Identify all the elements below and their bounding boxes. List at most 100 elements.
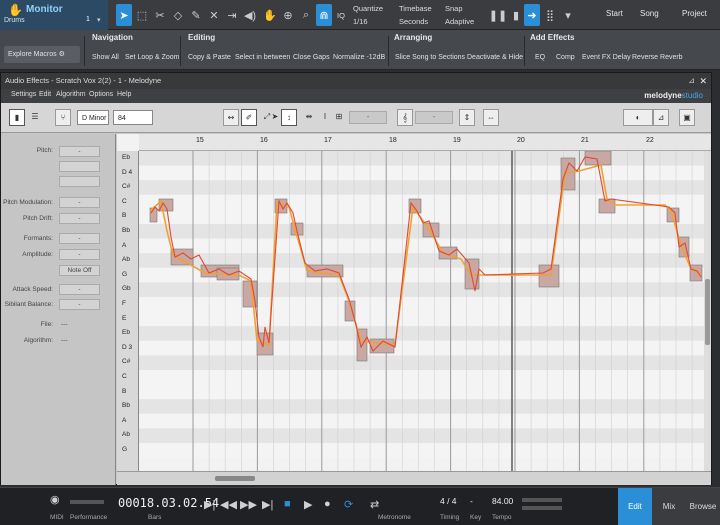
range-tool-icon[interactable]: ⬚ — [134, 4, 150, 26]
magnifier-tool-icon[interactable]: ⌕ — [298, 4, 314, 26]
zoom-control-icon[interactable]: ◐ — [623, 109, 653, 126]
explore-macros-button[interactable]: Explore Macros ⚙ — [4, 46, 80, 63]
pitch-label: Eb — [122, 154, 130, 161]
return-to-zero-icon[interactable]: ▶| — [204, 498, 215, 511]
timing-value[interactable]: 4 / 4 — [440, 496, 457, 506]
time-tool-icon[interactable]: ⇹ — [301, 109, 317, 126]
quantize-value[interactable]: 1/16 — [353, 17, 368, 26]
paint-tool-icon[interactable]: ✎ — [188, 4, 204, 26]
note-off-button[interactable]: Note Off — [59, 265, 100, 276]
tool-value-field[interactable]: - — [349, 111, 387, 124]
pitch-label: B — [122, 387, 127, 395]
edit-button[interactable]: Edit — [618, 488, 652, 525]
formant-tool-icon[interactable]: ⊞ — [331, 109, 347, 126]
pitch-modulation-field[interactable]: - — [59, 197, 100, 208]
reverse-reverb-button[interactable]: Reverse Reverb — [628, 49, 687, 66]
formants-field[interactable]: - — [59, 233, 100, 244]
project-button[interactable]: Project — [682, 9, 707, 18]
pitch-field-3[interactable] — [59, 176, 100, 187]
copy-paste-button[interactable]: Copy & Paste — [184, 49, 235, 66]
show-all-button[interactable]: Show All — [88, 49, 123, 66]
amplitude-field[interactable]: - — [59, 249, 100, 260]
menu-settings[interactable]: Settings — [11, 91, 36, 98]
track-dropdown-icon[interactable]: ▾ — [97, 16, 101, 24]
select-in-between-button[interactable]: Select in between — [231, 49, 294, 66]
menu-options[interactable]: Options — [89, 91, 113, 98]
track-header[interactable]: ✋ Monitor Drums 1 ▾ — [0, 0, 108, 30]
pitch-field-2[interactable] — [59, 161, 100, 172]
zoom-tool-icon[interactable]: ⊕ — [280, 4, 296, 26]
event-fx-delay-button[interactable]: Event FX Delay — [578, 49, 635, 66]
vertical-scroll-thumb[interactable] — [705, 279, 710, 345]
set-loop-zoom-button[interactable]: Set Loop & Zoom — [121, 49, 183, 66]
pitch-grid[interactable] — [139, 151, 704, 471]
mute-tool-icon[interactable]: ✕ — [206, 4, 222, 26]
macro-value-field[interactable]: - — [415, 111, 453, 124]
pitch-modulation-tool-icon[interactable]: ↕ — [281, 109, 297, 126]
quantize-pitch-icon[interactable]: ⇕ — [459, 109, 475, 126]
window-title-bar[interactable]: Audio Effects - Scratch Vox 2(2) - 1 - M… — [1, 73, 711, 89]
listen-tool-icon[interactable]: ◀) — [242, 4, 258, 26]
timebase-value[interactable]: Seconds — [399, 17, 428, 26]
scroll-toggle-icon[interactable]: ⊿ — [653, 109, 669, 126]
close-gaps-button[interactable]: Close Gaps — [289, 49, 334, 66]
horizontal-scrollbar[interactable] — [117, 471, 711, 485]
key-field[interactable]: D Minor — [77, 110, 109, 125]
parameter-toggle-icon[interactable]: ☰ — [27, 109, 43, 126]
fast-forward-icon[interactable]: ▶▶ — [240, 498, 257, 511]
comp-button[interactable]: Comp — [552, 49, 579, 66]
dropdown-icon[interactable]: ▾ — [560, 4, 576, 26]
menu-edit[interactable]: Edit — [39, 91, 51, 98]
snap-toggle-icon[interactable]: ⋒ — [316, 4, 332, 26]
panel-toggle-icon[interactable]: ▣ — [679, 109, 695, 126]
bar-ruler[interactable]: 15 16 17 18 19 20 21 22 — [139, 134, 711, 151]
hand-tool-icon[interactable]: ✋ — [262, 4, 278, 26]
pause-icon[interactable]: ❚❚ — [489, 4, 507, 26]
deactivate-hide-button[interactable]: Deactivate & Hide — [463, 49, 527, 66]
loop-marker-icon[interactable]: ▮ — [508, 4, 524, 26]
clef-icon[interactable]: 𝄞 — [397, 109, 413, 126]
menu-help[interactable]: Help — [117, 91, 131, 98]
follow-icon[interactable]: ➜ — [524, 4, 540, 26]
arrow-tool-icon[interactable]: ➤ — [116, 4, 132, 26]
pitch-ruler[interactable]: Eb D 4 C# C B Bb A Ab G Gb F E Eb D 3 C# C B Bb A Ab G — [117, 151, 139, 471]
eraser-tool-icon[interactable]: ◇ — [170, 4, 186, 26]
slice-song-button[interactable]: Slice Song to Sections — [391, 49, 469, 66]
tempo-field[interactable]: 84 — [113, 110, 153, 125]
snap-value[interactable]: Adaptive — [445, 17, 474, 26]
close-icon[interactable]: ✕ — [699, 73, 707, 89]
record-icon[interactable]: ● — [324, 498, 331, 510]
play-icon[interactable]: ▶ — [304, 498, 312, 511]
grid-icon[interactable]: ⣿ — [542, 4, 558, 26]
main-tool-icon[interactable]: ✐ — [241, 109, 257, 126]
pin-icon[interactable]: ⊿ — [688, 73, 695, 89]
stop-icon[interactable]: ■ — [284, 498, 291, 510]
pitch-field[interactable]: - — [59, 146, 100, 157]
browse-button[interactable]: Browse — [686, 488, 720, 525]
rewind-icon[interactable]: ◀◀ — [220, 498, 237, 511]
tempo-value[interactable]: 84.00 — [492, 496, 513, 506]
normalize-button[interactable]: Normalize -12dB — [329, 49, 389, 66]
precount-icon[interactable]: ⇄ — [370, 498, 379, 511]
bend-tool-icon[interactable]: ⇥ — [224, 4, 240, 26]
quantize-time-icon[interactable]: ⇔ — [483, 109, 499, 126]
split-tool-icon[interactable]: ✂ — [152, 4, 168, 26]
vertical-scrollbar[interactable] — [704, 151, 711, 471]
note-editor[interactable]: 15 16 17 18 19 20 21 22 Eb D 4 C# C B Bb A Ab G G… — [117, 134, 711, 485]
layout-toggle-icon[interactable]: ▮ — [9, 109, 25, 126]
song-button[interactable]: Song — [640, 9, 659, 18]
pitch-tool-icon[interactable]: ↭ — [223, 109, 239, 126]
start-button[interactable]: Start — [606, 9, 623, 18]
pitch-drift-field[interactable]: - — [59, 213, 100, 224]
key-value[interactable]: - — [470, 496, 473, 506]
iq-label[interactable]: IQ — [337, 11, 345, 20]
mix-button[interactable]: Mix — [652, 488, 686, 525]
horizontal-scroll-thumb[interactable] — [215, 476, 255, 481]
sibilant-balance-field[interactable]: - — [59, 299, 100, 310]
attack-speed-field[interactable]: - — [59, 284, 100, 295]
eq-button[interactable]: EQ — [531, 49, 549, 66]
goto-end-icon[interactable]: ▶| — [262, 498, 273, 511]
menu-algorithm[interactable]: Algorithm — [56, 91, 86, 98]
tuning-fork-icon[interactable]: ⑂ — [55, 109, 71, 126]
loop-icon[interactable]: ⟳ — [344, 498, 353, 511]
